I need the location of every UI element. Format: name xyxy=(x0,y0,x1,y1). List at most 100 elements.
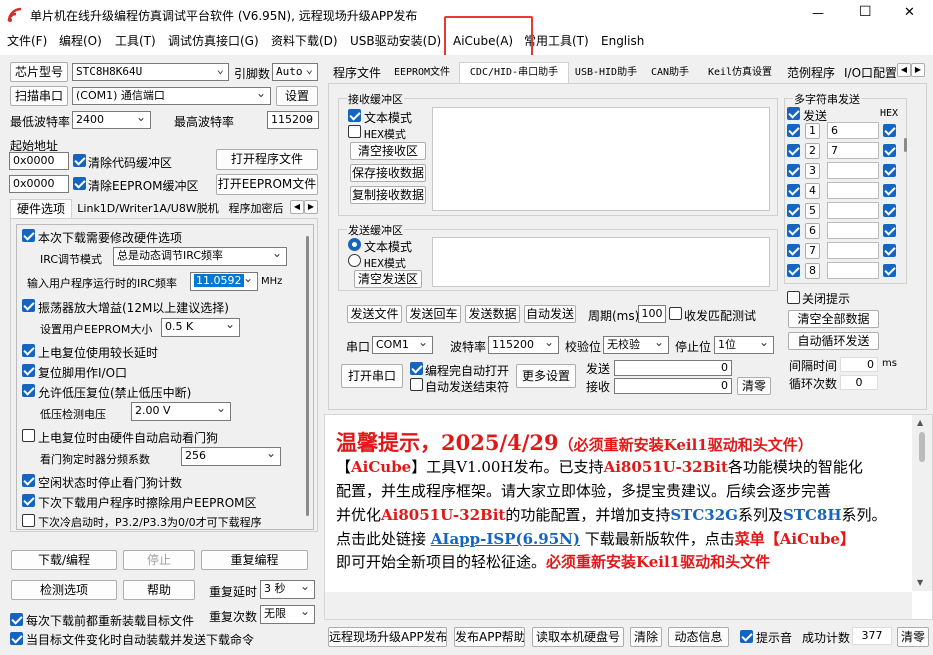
publish-help-button[interactable]: 发布APP帮助 xyxy=(454,627,525,647)
minimize-button[interactable]: — xyxy=(812,6,824,20)
open-eeprom-button[interactable]: 打开EEPROM文件 xyxy=(216,174,318,195)
eeprom-address-input[interactable]: 0x0000 xyxy=(9,175,69,193)
remote-upgrade-button[interactable]: 远程现场升级APP发布 xyxy=(328,627,447,647)
irc-freq-select[interactable]: 11.0592 xyxy=(190,272,258,291)
menu-debug[interactable]: 调试仿真接口(G) xyxy=(168,33,259,49)
send-file-button[interactable]: 发送文件 xyxy=(347,305,402,323)
parity-select[interactable]: 无校验 xyxy=(603,336,669,354)
multi-row-send-button[interactable]: 5 xyxy=(805,203,820,219)
modify-hw-checkbox[interactable] xyxy=(22,229,35,242)
multi-string-input[interactable]: 7 xyxy=(827,142,879,159)
multi-send-checkbox[interactable] xyxy=(787,204,800,217)
erase-eeprom-checkbox[interactable] xyxy=(22,494,35,507)
multi-string-input[interactable]: 6 xyxy=(827,122,879,139)
multi-row-send-button[interactable]: 7 xyxy=(805,243,820,259)
chip-model-button[interactable]: 芯片型号 xyxy=(10,62,68,82)
right-tab-scroll-left[interactable]: ◀ xyxy=(897,63,911,77)
menu-tools[interactable]: 工具(T) xyxy=(115,33,156,49)
port-select[interactable]: (COM1) 通信端口 xyxy=(72,87,271,105)
multi-hex-checkbox[interactable] xyxy=(883,144,896,157)
multi-string-input[interactable] xyxy=(827,262,879,279)
menu-english[interactable]: English xyxy=(601,33,644,49)
multi-row-send-button[interactable]: 6 xyxy=(805,223,820,239)
interval-input[interactable]: 0 xyxy=(840,357,878,372)
tab-link1d[interactable]: Link1D/Writer1A/U8W脱机 xyxy=(74,201,222,219)
match-test-checkbox[interactable] xyxy=(669,307,682,320)
multi-hex-checkbox[interactable] xyxy=(883,224,896,237)
tab-usb-hid[interactable]: USB-HID助手 xyxy=(572,65,640,81)
read-disk-id-button[interactable]: 读取本机硬盘号 xyxy=(532,627,624,647)
recv-hex-mode-checkbox[interactable] xyxy=(348,125,361,138)
low-voltage-checkbox[interactable] xyxy=(22,384,35,397)
send-textarea[interactable] xyxy=(432,237,770,287)
tab-scroll-right[interactable]: ▶ xyxy=(304,200,318,214)
multi-string-input[interactable] xyxy=(827,202,879,219)
scan-port-button[interactable]: 扫描串口 xyxy=(10,86,68,106)
more-settings-button[interactable]: 更多设置 xyxy=(516,364,576,388)
multi-send-checkbox[interactable] xyxy=(787,164,800,177)
multi-hex-checkbox[interactable] xyxy=(883,164,896,177)
multi-hex-checkbox[interactable] xyxy=(883,184,896,197)
multi-send-checkbox[interactable] xyxy=(787,264,800,277)
reset-io-checkbox[interactable] xyxy=(22,364,35,377)
check-options-button[interactable]: 检测选项 xyxy=(11,580,117,600)
auto-terminator-checkbox[interactable] xyxy=(410,378,423,391)
tab-program-file[interactable]: 程序文件 xyxy=(329,65,385,81)
send-cr-button[interactable]: 发送回车 xyxy=(406,305,461,323)
menu-program[interactable]: 编程(O) xyxy=(59,33,102,49)
tab-can[interactable]: CAN助手 xyxy=(646,65,694,81)
save-receive-button[interactable]: 保存接收数据 xyxy=(350,164,426,182)
repeat-times-select[interactable]: 无限 xyxy=(260,605,315,624)
multi-scroll-thumb[interactable] xyxy=(904,138,907,152)
multi-send-checkbox[interactable] xyxy=(787,184,800,197)
sound-checkbox[interactable] xyxy=(740,630,753,643)
tab-encryption[interactable]: 程序加密后 xyxy=(224,201,288,219)
reprogram-button[interactable]: 重复编程 xyxy=(201,550,308,570)
wdt-div-select[interactable]: 256 xyxy=(181,447,281,466)
tab-cdc-hid[interactable]: CDC/HID-串口助手 xyxy=(459,62,569,84)
loop-count-input[interactable]: 0 xyxy=(840,375,878,390)
multi-row-send-button[interactable]: 2 xyxy=(805,143,820,159)
auto-load-checkbox[interactable] xyxy=(10,632,23,645)
multi-hex-checkbox[interactable] xyxy=(883,244,896,257)
multi-row-send-button[interactable]: 4 xyxy=(805,183,820,199)
clear-send-button[interactable]: 清空发送区 xyxy=(354,270,422,288)
multi-string-input[interactable] xyxy=(827,222,879,239)
port-setting-select[interactable]: COM1 xyxy=(372,336,433,354)
right-tab-scroll-right[interactable]: ▶ xyxy=(911,63,925,77)
clear-receive-button[interactable]: 清空接收区 xyxy=(350,142,426,160)
multi-row-send-button[interactable]: 3 xyxy=(805,163,820,179)
auto-open-checkbox[interactable] xyxy=(410,362,423,375)
close-button[interactable]: ✕ xyxy=(904,5,915,20)
multi-send-checkbox[interactable] xyxy=(787,244,800,257)
idle-wdt-checkbox[interactable] xyxy=(22,474,35,487)
chip-model-select[interactable]: STC8H8K64U xyxy=(72,63,229,81)
notice-hscrollbar[interactable] xyxy=(325,592,912,619)
clear-code-checkbox[interactable] xyxy=(73,154,86,167)
download-button[interactable]: 下载/编程 xyxy=(11,550,117,570)
osc-gain-checkbox[interactable] xyxy=(22,299,35,312)
code-address-input[interactable]: 0x0000 xyxy=(9,152,69,170)
multi-hex-checkbox[interactable] xyxy=(883,264,896,277)
multi-send-checkbox[interactable] xyxy=(787,124,800,137)
lv-detect-select[interactable]: 2.00 V xyxy=(131,402,231,421)
open-port-button[interactable]: 打开串口 xyxy=(341,364,403,388)
menu-usb-driver[interactable]: USB驱动安装(D) xyxy=(350,33,441,49)
receive-textarea[interactable] xyxy=(432,107,770,211)
clear-all-data-button[interactable]: 清空全部数据 xyxy=(788,310,879,328)
multi-row-send-button[interactable]: 8 xyxy=(805,263,820,279)
repeat-delay-select[interactable]: 3 秒 xyxy=(260,580,315,599)
send-data-button[interactable]: 发送数据 xyxy=(465,305,520,323)
menu-download[interactable]: 资料下载(D) xyxy=(271,33,338,49)
multi-string-input[interactable] xyxy=(827,162,879,179)
reload-checkbox[interactable] xyxy=(10,613,23,626)
multi-string-input[interactable] xyxy=(827,182,879,199)
tab-scroll-left[interactable]: ◀ xyxy=(290,200,304,214)
close-tip-checkbox[interactable] xyxy=(787,291,800,304)
tab-io-config[interactable]: I/O口配置 xyxy=(844,65,896,81)
menu-common-tools[interactable]: 常用工具(T) xyxy=(524,33,589,49)
multi-hex-checkbox[interactable] xyxy=(883,204,896,217)
clear-button[interactable]: 清除 xyxy=(630,627,662,647)
help-button[interactable]: 帮助 xyxy=(123,580,195,600)
stop-bits-select[interactable]: 1位 xyxy=(714,336,774,354)
